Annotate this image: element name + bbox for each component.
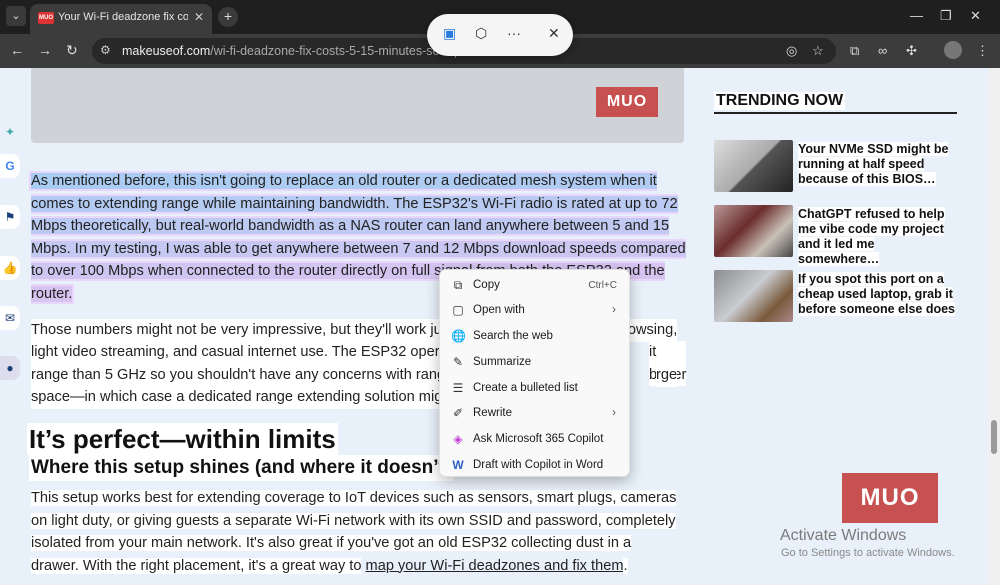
muo-ad-logo[interactable]: MUO: [842, 473, 938, 523]
globe-icon: 🌐: [451, 329, 466, 343]
section-subheading: Where this setup shines (and where it do…: [29, 455, 454, 481]
menu-item-rewrite[interactable]: ✐ Rewrite ›: [440, 402, 629, 426]
new-tab-button[interactable]: +: [218, 7, 238, 27]
tab-title: Your Wi-Fi deadzone fix costs $: [58, 11, 188, 23]
thumbs-up-icon[interactable]: 👍: [0, 256, 20, 280]
trending-item[interactable]: If you spot this port on a cheap used la…: [714, 270, 957, 324]
menu-item-copilot-word[interactable]: W Draft with Copilot in Word: [440, 454, 629, 478]
tab-search-button[interactable]: ⌄: [6, 6, 26, 26]
window-close-icon[interactable]: ✕: [970, 8, 981, 24]
menu-item-m365-copilot[interactable]: ◈ Ask Microsoft 365 Copilot: [440, 428, 629, 452]
eye-off-icon[interactable]: ◎: [786, 43, 797, 59]
bookmark-add-icon[interactable]: ⚑: [0, 205, 20, 229]
menu-item-search-web[interactable]: 🌐 Search the web: [440, 325, 629, 349]
activate-windows-watermark: Activate Windows: [780, 527, 907, 544]
section-heading: It’s perfect—within limits: [27, 423, 338, 455]
copy-icon: ⧉: [453, 278, 463, 292]
trending-thumbnail: [714, 140, 793, 192]
bookmark-star-icon[interactable]: ☆: [812, 43, 824, 59]
cube-icon[interactable]: ⬡: [475, 25, 487, 42]
url-text: makeuseof.com/wi-fi-deadzone-fix-costs-5…: [122, 44, 465, 58]
trending-thumbnail: [714, 205, 793, 257]
menu-item-summarize[interactable]: ✎ Summarize: [440, 351, 629, 375]
summarize-icon: ✎: [452, 355, 464, 369]
menu-item-copy[interactable]: ⧉ Copy Ctrl+C: [440, 274, 629, 298]
trending-item[interactable]: Your NVMe SSD might be running at half s…: [714, 140, 957, 194]
activate-windows-hint: Go to Settings to activate Windows.: [781, 547, 955, 559]
paragraph-3: This setup works best for extending cove…: [31, 490, 677, 574]
close-pill-icon[interactable]: ✕: [548, 25, 560, 42]
word-icon: W: [452, 458, 464, 472]
trending-section: TRENDING NOW Your NVMe SSD might be runn…: [714, 92, 957, 322]
list-icon: ☰: [452, 381, 464, 395]
profile-avatar[interactable]: [944, 41, 962, 59]
copilot-icon[interactable]: ▣: [443, 25, 456, 42]
menu-item-bulleted-list[interactable]: ☰ Create a bulleted list: [440, 377, 629, 401]
maximize-icon[interactable]: ❐: [940, 8, 952, 24]
chevron-right-icon: ›: [612, 405, 616, 419]
scrollbar-thumb[interactable]: [991, 420, 997, 454]
menu-item-open-with[interactable]: ▢ Open with ›: [440, 299, 629, 323]
trending-divider: [714, 112, 957, 114]
sparkle-icon[interactable]: ✦: [0, 120, 20, 144]
m365-copilot-icon: ◈: [453, 432, 463, 446]
more-menu-icon[interactable]: ⋮: [976, 43, 989, 59]
trending-item-title: If you spot this port on a cheap used la…: [798, 272, 956, 316]
trending-title: TRENDING NOW: [714, 92, 846, 110]
hero-image: MUO: [31, 68, 684, 143]
deadzones-link[interactable]: map your Wi-Fi deadzones and fix them: [366, 558, 624, 574]
trending-item-title: Your NVMe SSD might be running at half s…: [798, 142, 949, 186]
trending-thumbnail: [714, 270, 793, 322]
open-with-icon: ▢: [452, 303, 464, 317]
context-menu: ⧉ Copy Ctrl+C ▢ Open with › 🌐 Search the…: [439, 269, 630, 477]
site-info-icon[interactable]: ⚙: [100, 43, 111, 57]
more-dots-icon[interactable]: ···: [507, 25, 521, 41]
back-icon[interactable]: ←: [10, 42, 24, 58]
minimize-icon[interactable]: —: [910, 8, 923, 23]
left-sidebar: ✦ G ⚑ 👍 ✉ ●: [0, 68, 20, 585]
extensions-puzzle-icon[interactable]: ✣: [906, 43, 917, 59]
page-scrollbar[interactable]: [988, 68, 1000, 585]
rewrite-icon: ✐: [452, 406, 464, 420]
chevron-right-icon: ›: [612, 302, 616, 316]
reload-icon[interactable]: ↻: [66, 42, 78, 59]
trending-item-title: ChatGPT refused to help me vibe code my …: [798, 207, 945, 266]
chat-icon[interactable]: ✉: [0, 306, 20, 330]
copilot-toolbar: ▣ ⬡ ··· ✕: [427, 14, 573, 56]
google-icon[interactable]: G: [0, 154, 20, 178]
favicon: MUO: [38, 12, 54, 24]
tab-active[interactable]: MUO Your Wi-Fi deadzone fix costs $ ✕: [30, 4, 212, 34]
close-tab-icon[interactable]: ✕: [194, 10, 204, 24]
extension-icon[interactable]: ∞: [878, 43, 887, 58]
forward-icon[interactable]: →: [38, 42, 52, 58]
trending-item[interactable]: ChatGPT refused to help me vibe code my …: [714, 205, 957, 266]
user-icon[interactable]: ●: [0, 356, 20, 380]
split-view-icon[interactable]: ⧉: [850, 43, 859, 59]
muo-logo: MUO: [596, 87, 658, 117]
